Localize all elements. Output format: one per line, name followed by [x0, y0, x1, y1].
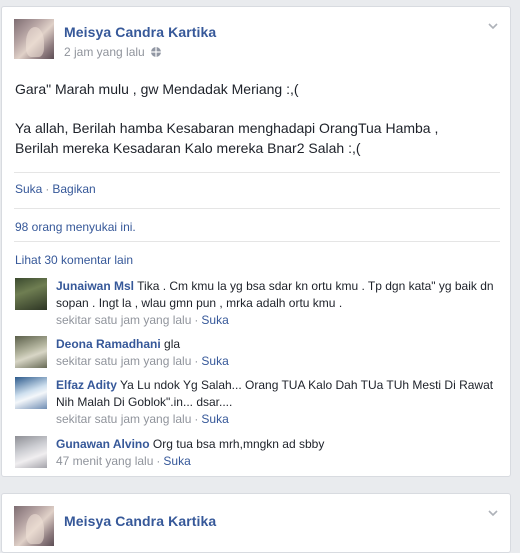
post-actions: Suka · Bagikan — [15, 182, 96, 196]
post-paragraph: Ya allah, Berilah hamba Kesabaran mengha… — [15, 120, 439, 156]
globe-icon[interactable] — [150, 47, 161, 57]
comment-meta: 47 menit yang lalu · Suka — [56, 454, 191, 468]
comment-like-button[interactable]: Suka — [201, 412, 228, 426]
divider — [14, 172, 500, 173]
comment-meta: sekitar satu jam yang lalu · Suka — [56, 412, 229, 426]
author-name[interactable]: Meisya Candra Kartika — [64, 513, 216, 529]
commenter-avatar[interactable] — [15, 377, 47, 409]
comment-body: Junaiwan Msl Tika . Cm kmu la yg bsa sda… — [56, 278, 496, 329]
post-time-label[interactable]: 2 jam yang lalu — [64, 45, 145, 59]
commenter-name[interactable]: Junaiwan Msl — [56, 279, 134, 293]
comment-like-button[interactable]: Suka — [201, 313, 228, 327]
post-paragraph: Gara" Marah mulu , gw Mendadak Meriang :… — [15, 81, 299, 97]
post-message: Gara" Marah mulu , gw Mendadak Meriang :… — [15, 79, 495, 177]
commenter-name[interactable]: Elfaz Adity — [56, 378, 117, 392]
chevron-down-icon[interactable] — [488, 21, 498, 31]
author-name[interactable]: Meisya Candra Kartika — [64, 24, 216, 40]
comment-text: Ya Lu ndok Yg Salah... Orang TUA Kalo Da… — [56, 378, 494, 409]
comment-body: Gunawan Alvino Org tua bsa mrh,mngkn ad … — [56, 436, 496, 470]
view-more-comments-link[interactable]: Lihat 30 komentar lain — [15, 253, 133, 267]
likes-count[interactable]: 98 orang menyukai ini. — [15, 220, 136, 234]
comment-meta: sekitar satu jam yang lalu · Suka — [56, 354, 229, 368]
comment-time[interactable]: sekitar satu jam yang lalu — [56, 354, 191, 368]
author-avatar[interactable] — [14, 506, 54, 546]
like-button[interactable]: Suka — [15, 182, 42, 196]
comment-like-button[interactable]: Suka — [163, 454, 190, 468]
commenter-name[interactable]: Gunawan Alvino — [56, 437, 150, 451]
commenter-avatar[interactable] — [15, 278, 47, 310]
commenter-name[interactable]: Deona Ramadhani — [56, 337, 161, 351]
share-button[interactable]: Bagikan — [52, 182, 95, 196]
commenter-avatar[interactable] — [15, 336, 47, 368]
divider — [14, 208, 500, 209]
comment-body: Deona Ramadhani gla sekitar satu jam yan… — [56, 336, 496, 370]
post-card: Meisya Candra Kartika 2 jam yang lalu Ga… — [1, 6, 511, 477]
commenter-avatar[interactable] — [15, 436, 47, 468]
comment-text: gla — [164, 337, 181, 351]
post-card: Meisya Candra Kartika — [1, 493, 511, 553]
comment-time[interactable]: 47 menit yang lalu — [56, 454, 153, 468]
comment-text: Org tua bsa mrh,mngkn ad sbby — [152, 437, 325, 451]
author-avatar[interactable] — [14, 19, 54, 59]
comment-time[interactable]: sekitar satu jam yang lalu — [56, 412, 191, 426]
comment-like-button[interactable]: Suka — [201, 354, 228, 368]
comment-body: Elfaz Adity Ya Lu ndok Yg Salah... Orang… — [56, 377, 496, 428]
post-timestamp: 2 jam yang lalu — [64, 45, 161, 59]
comment-meta: sekitar satu jam yang lalu · Suka — [56, 313, 229, 327]
divider — [14, 241, 500, 242]
chevron-down-icon[interactable] — [488, 508, 498, 518]
comment-time[interactable]: sekitar satu jam yang lalu — [56, 313, 191, 327]
